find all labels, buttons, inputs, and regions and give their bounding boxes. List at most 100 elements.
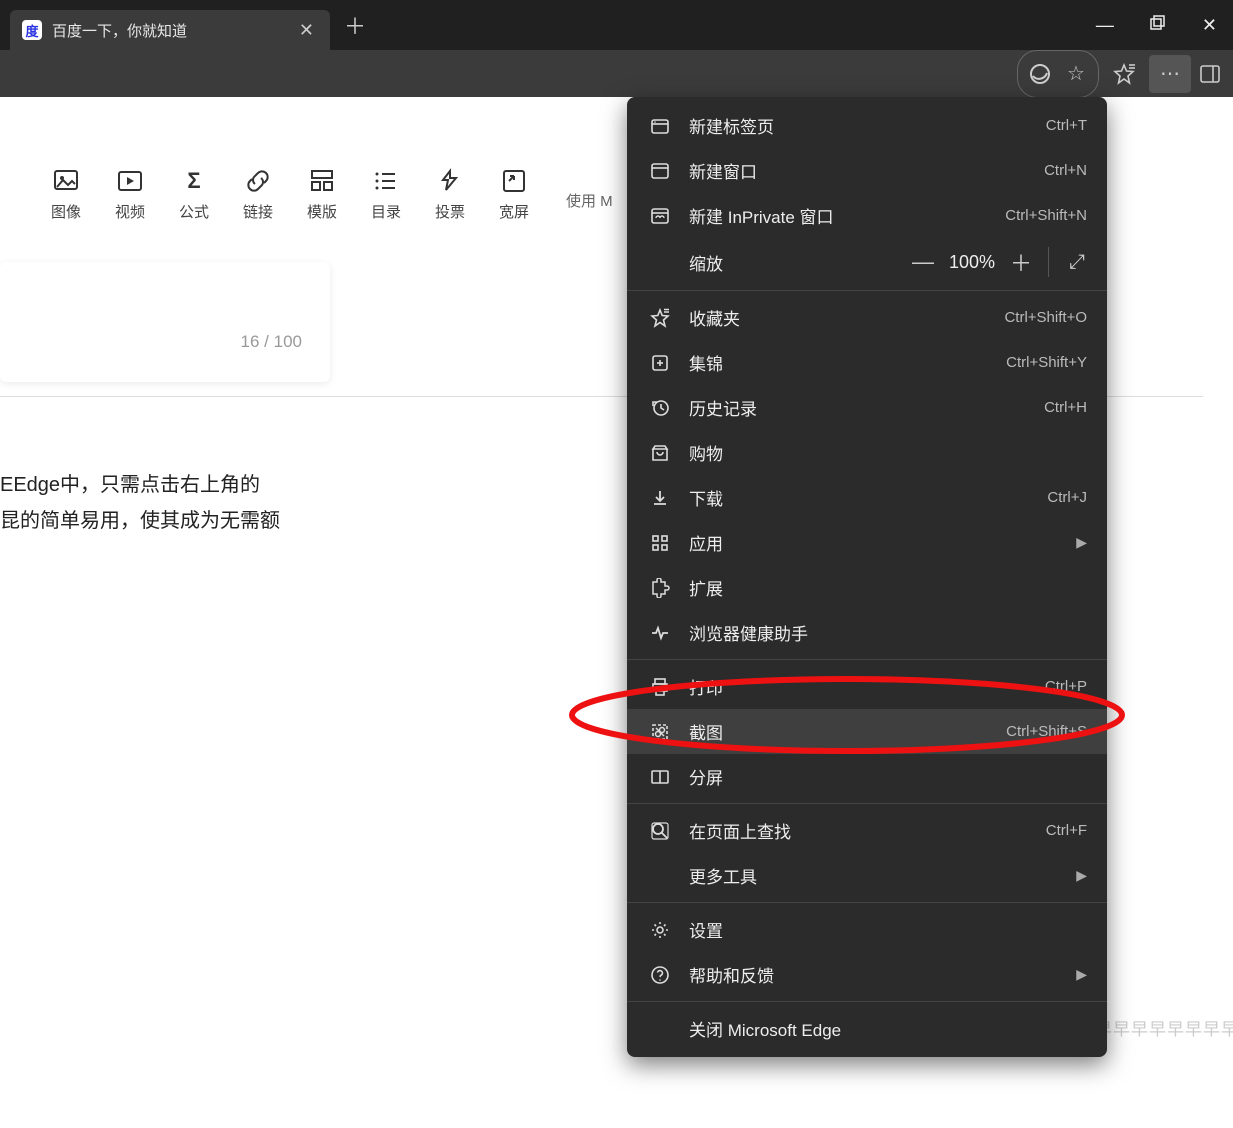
menu-item-history[interactable]: 历史记录Ctrl+H — [627, 385, 1107, 430]
titlebar: 度 百度一下，你就知道 ✕ ＋ — ✕ — [0, 0, 1233, 50]
menu-item-favorites[interactable]: 收藏夹Ctrl+Shift+O — [627, 295, 1107, 340]
zoom-label: 缩放 — [689, 250, 904, 275]
menu-item-split[interactable]: 分屏 — [627, 754, 1107, 799]
menu-label: 新建 InPrivate 窗口 — [689, 203, 1005, 228]
menu-item-find[interactable]: 在页面上查找Ctrl+F — [627, 808, 1107, 853]
shortcut: Ctrl+F — [1046, 822, 1087, 839]
split-icon — [647, 767, 673, 787]
menu-item-inprivate[interactable]: 新建 InPrivate 窗口Ctrl+Shift+N — [627, 193, 1107, 238]
menu-label: 应用 — [689, 530, 1068, 555]
char-counter: 16 / 100 — [241, 332, 302, 352]
settings-icon — [647, 920, 673, 940]
tab-icon — [647, 116, 673, 136]
baidu-favicon: 度 — [22, 20, 42, 40]
editor-formula-button[interactable]: Σ 公式 — [162, 167, 226, 222]
template-icon — [308, 167, 336, 195]
shortcut: Ctrl+H — [1044, 399, 1087, 416]
star-icon[interactable]: ☆ — [1062, 55, 1090, 93]
menu-item-window[interactable]: 新建窗口Ctrl+N — [627, 148, 1107, 193]
editor-video-button[interactable]: 视频 — [98, 167, 162, 222]
formula-icon: Σ — [180, 167, 208, 195]
menu-label: 关闭 Microsoft Edge — [689, 1016, 1087, 1041]
menu-item-shopping[interactable]: 购物 — [627, 430, 1107, 475]
menu-item-apps[interactable]: 应用 ▶ — [627, 520, 1107, 565]
favorites-bar-icon[interactable] — [1103, 55, 1145, 93]
print-icon — [647, 677, 673, 697]
menu-item-更多工具[interactable]: 更多工具 ▶ — [627, 853, 1107, 898]
shortcut: Ctrl+Shift+N — [1005, 207, 1087, 224]
video-icon — [116, 167, 144, 195]
window-controls: — ✕ — [1096, 15, 1233, 36]
menu-label: 截图 — [689, 719, 1006, 744]
image-icon — [52, 167, 80, 195]
shortcut: Ctrl+N — [1044, 162, 1087, 179]
menu-label: 历史记录 — [689, 395, 1044, 420]
editor-template-button[interactable]: 模版 — [290, 167, 354, 222]
menu-label: 集锦 — [689, 350, 1006, 375]
toc-icon — [372, 167, 400, 195]
editor-image-button[interactable]: 图像 — [34, 167, 98, 222]
new-tab-button[interactable]: ＋ — [344, 9, 366, 41]
extensions-icon — [647, 578, 673, 598]
menu-label: 下载 — [689, 485, 1047, 510]
zoom-in-button[interactable]: ＋ — [1002, 246, 1040, 278]
menu-item-collections[interactable]: 集锦Ctrl+Shift+Y — [627, 340, 1107, 385]
close-tab-icon[interactable]: ✕ — [295, 20, 318, 41]
minimize-icon[interactable]: — — [1096, 15, 1114, 36]
menu-item-help[interactable]: 帮助和反馈▶ — [627, 952, 1107, 997]
favorites-icon — [647, 308, 673, 328]
menu-item-tab[interactable]: 新建标签页Ctrl+T — [627, 103, 1107, 148]
fullscreen-button[interactable]: ⤢ — [1057, 251, 1097, 274]
fullscreen-icon — [500, 167, 528, 195]
title-card[interactable]: 16 / 100 — [0, 262, 330, 382]
menu-label: 设置 — [689, 917, 1087, 942]
apps-icon — [647, 533, 673, 553]
chevron-right-icon: ▶ — [1076, 534, 1087, 551]
editor-hint: 使用 M — [566, 190, 613, 211]
menu-item-settings[interactable]: 设置 — [627, 907, 1107, 952]
inprivate-icon — [647, 206, 673, 226]
history-icon — [647, 398, 673, 418]
editor-fullscreen-button[interactable]: 宽屏 — [482, 167, 546, 222]
sidebar-toggle-icon[interactable] — [1195, 55, 1225, 93]
menu-item-extensions[interactable]: 扩展 — [627, 565, 1107, 610]
find-icon — [647, 821, 673, 841]
maximize-icon[interactable] — [1150, 15, 1166, 36]
menu-item-关闭 Microsoft Edge[interactable]: 关闭 Microsoft Edge — [627, 1006, 1107, 1051]
menu-item-download[interactable]: 下载Ctrl+J — [627, 475, 1107, 520]
shopping-icon — [647, 443, 673, 463]
menu-label: 打印 — [689, 674, 1045, 699]
editor-vote-button[interactable]: 投票 — [418, 167, 482, 222]
shortcut: Ctrl+Shift+S — [1006, 723, 1087, 740]
edge-logo-icon[interactable] — [1026, 55, 1054, 93]
menu-label: 更多工具 — [689, 863, 1068, 888]
menu-label: 新建标签页 — [689, 113, 1046, 138]
menu-item-health[interactable]: 浏览器健康助手 — [627, 610, 1107, 655]
editor-link-button[interactable]: 链接 — [226, 167, 290, 222]
menu-item-screenshot[interactable]: 截图Ctrl+Shift+S — [627, 709, 1107, 754]
menu-label: 分屏 — [689, 764, 1087, 789]
menu-label: 新建窗口 — [689, 158, 1044, 183]
browser-tab[interactable]: 度 百度一下，你就知道 ✕ — [10, 10, 330, 50]
help-icon — [647, 965, 673, 985]
window-icon — [647, 161, 673, 181]
menu-label: 购物 — [689, 440, 1087, 465]
close-window-icon[interactable]: ✕ — [1202, 15, 1217, 36]
screenshot-icon — [647, 722, 673, 742]
zoom-value: 100% — [942, 252, 1002, 273]
collections-icon — [647, 353, 673, 373]
editor-toc-button[interactable]: 目录 — [354, 167, 418, 222]
health-icon — [647, 623, 673, 643]
menu-item-print[interactable]: 打印Ctrl+P — [627, 664, 1107, 709]
browser-menu: 新建标签页Ctrl+T新建窗口Ctrl+N新建 InPrivate 窗口Ctrl… — [627, 97, 1107, 1057]
menu-label: 帮助和反馈 — [689, 962, 1068, 987]
more-menu-button[interactable]: ⋯ — [1149, 55, 1191, 93]
shortcut: Ctrl+Shift+O — [1004, 309, 1087, 326]
body-text: EEdge中，只需点击右上角的 昆的简单易用，使其成为无需额 — [0, 467, 640, 539]
zoom-control: 缩放—100%＋ ⤢ — [627, 238, 1107, 286]
menu-label: 在页面上查找 — [689, 818, 1046, 843]
tab-title: 百度一下，你就知道 — [52, 20, 295, 41]
zoom-out-button[interactable]: — — [904, 249, 942, 275]
chevron-right-icon: ▶ — [1076, 867, 1087, 884]
address-actions: ☆ — [1017, 50, 1099, 98]
